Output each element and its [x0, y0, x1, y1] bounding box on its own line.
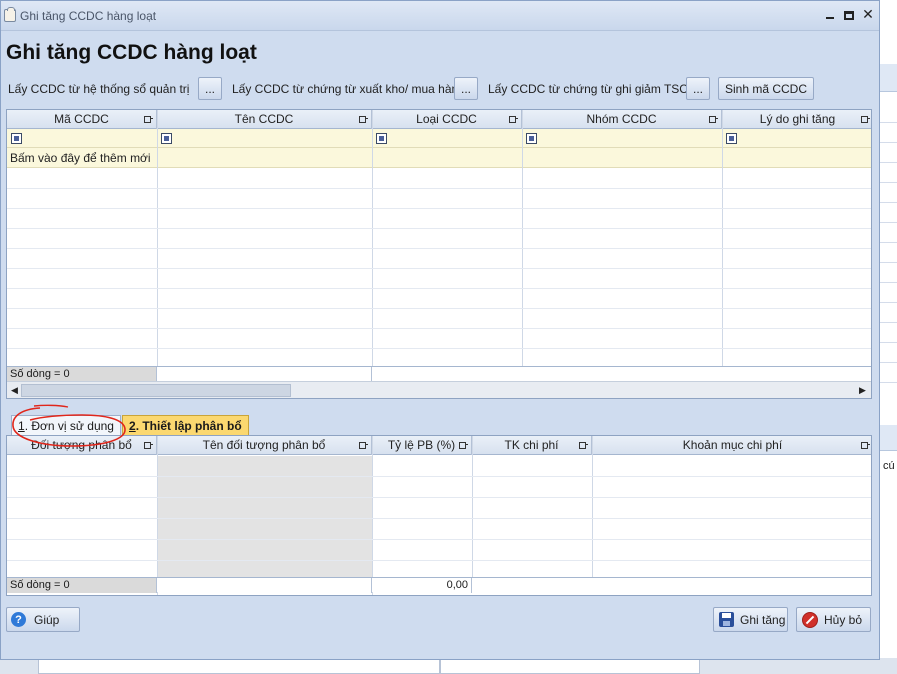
- filter-icon[interactable]: [161, 133, 172, 144]
- column-header-expense-account[interactable]: TK chi phí: [472, 436, 592, 455]
- pin-icon[interactable]: [359, 115, 368, 123]
- background-statusbar: [0, 658, 897, 674]
- help-button[interactable]: ? Giúp: [6, 607, 80, 632]
- row-count: Số dòng = 0: [7, 578, 157, 593]
- maximize-icon[interactable]: [842, 8, 856, 22]
- source-asset-label: Lấy CCDC từ chứng từ ghi giảm TSCĐ: [488, 82, 697, 96]
- scroll-thumb[interactable]: [21, 384, 291, 397]
- allocation-grid[interactable]: Đối tượng phân bổ Tên đối tượng phân bổ …: [6, 435, 872, 596]
- cancel-button[interactable]: Hủy bỏ: [796, 607, 871, 632]
- filter-row: [7, 129, 871, 148]
- filter-icon[interactable]: [726, 133, 737, 144]
- column-header-ratio[interactable]: Tỷ lệ PB (%): [372, 436, 472, 455]
- pin-icon[interactable]: [144, 441, 153, 449]
- column-header-type[interactable]: Loại CCDC: [372, 110, 522, 129]
- source-admin-label: Lấy CCDC từ hệ thống sổ quản trị: [8, 82, 190, 96]
- column-header-group[interactable]: Nhóm CCDC: [522, 110, 722, 129]
- background-header-2: [879, 425, 897, 451]
- toolbar: Lấy CCDC từ hệ thống sổ quản trị ... Lấy…: [1, 77, 879, 101]
- allocation-grid-header: Đối tượng phân bổ Tên đối tượng phân bổ …: [7, 436, 871, 455]
- filter-icon[interactable]: [376, 133, 387, 144]
- column-header-expense-item[interactable]: Khoản mục chi phí: [592, 436, 871, 455]
- close-icon[interactable]: ✕: [861, 7, 875, 23]
- column-header-reason[interactable]: Lý do ghi tăng: [722, 110, 871, 129]
- allocation-grid-footer: Số dòng = 0 0,00: [7, 577, 871, 593]
- minimize-icon[interactable]: [823, 8, 837, 22]
- add-new-row-text: Bấm vào đây để thêm mới: [10, 151, 151, 165]
- app-icon: [4, 7, 16, 22]
- column-header-object[interactable]: Đối tượng phân bổ: [7, 436, 157, 455]
- page-title: Ghi tăng CCDC hàng loạt: [6, 41, 257, 64]
- pin-icon[interactable]: [459, 441, 468, 449]
- row-count: Số dòng = 0: [7, 367, 157, 382]
- filter-icon[interactable]: [526, 133, 537, 144]
- tool-grid[interactable]: Mã CCDC Tên CCDC Loại CCDC Nhóm CCDC Lý …: [6, 109, 872, 399]
- add-new-row[interactable]: Bấm vào đây để thêm mới: [7, 148, 871, 168]
- column-header-name[interactable]: Tên CCDC: [157, 110, 372, 129]
- horizontal-scrollbar[interactable]: ◀ ▶: [7, 381, 871, 398]
- title-bar: Ghi tăng CCDC hàng loạt ✕: [1, 1, 879, 31]
- source-admin-button[interactable]: ...: [198, 77, 222, 100]
- scroll-left-icon[interactable]: ◀: [11, 385, 18, 396]
- pin-icon[interactable]: [579, 441, 588, 449]
- filter-icon[interactable]: [11, 133, 22, 144]
- pin-icon[interactable]: [509, 115, 518, 123]
- pin-icon[interactable]: [709, 115, 718, 123]
- generate-code-button[interactable]: Sinh mã CCDC: [718, 77, 814, 100]
- ratio-total: 0,00: [372, 578, 472, 593]
- pin-icon[interactable]: [861, 441, 870, 449]
- tool-grid-header: Mã CCDC Tên CCDC Loại CCDC Nhóm CCDC Lý …: [7, 110, 871, 129]
- background-text: cú: [883, 460, 895, 472]
- pin-icon[interactable]: [144, 115, 153, 123]
- background-panel: cú: [878, 0, 897, 674]
- cancel-icon: [802, 611, 818, 628]
- column-header-code[interactable]: Mã CCDC: [7, 110, 157, 129]
- column-header-object-name[interactable]: Tên đối tượng phân bổ: [157, 436, 372, 455]
- tool-grid-footer: Số dòng = 0: [7, 366, 871, 382]
- pin-icon[interactable]: [861, 115, 870, 123]
- pin-icon[interactable]: [359, 441, 368, 449]
- save-button[interactable]: Ghi tăng: [713, 607, 788, 632]
- background-header: [879, 64, 897, 92]
- source-purchase-label: Lấy CCDC từ chứng từ xuất kho/ mua hàng: [232, 82, 465, 96]
- window-title: Ghi tăng CCDC hàng loạt: [20, 9, 157, 23]
- tab-allocation-setup[interactable]: 2. Thiết lập phân bổ: [122, 415, 249, 436]
- scroll-right-icon[interactable]: ▶: [859, 385, 866, 396]
- source-asset-button[interactable]: ...: [686, 77, 710, 100]
- source-purchase-button[interactable]: ...: [454, 77, 478, 100]
- help-icon: ?: [11, 612, 26, 627]
- tab-usage-unit[interactable]: 1. Đơn vị sử dụng: [11, 415, 121, 436]
- dialog-window: Ghi tăng CCDC hàng loạt ✕ Ghi tăng CCDC …: [0, 0, 880, 660]
- readonly-column: [158, 456, 372, 577]
- save-icon: [719, 612, 734, 627]
